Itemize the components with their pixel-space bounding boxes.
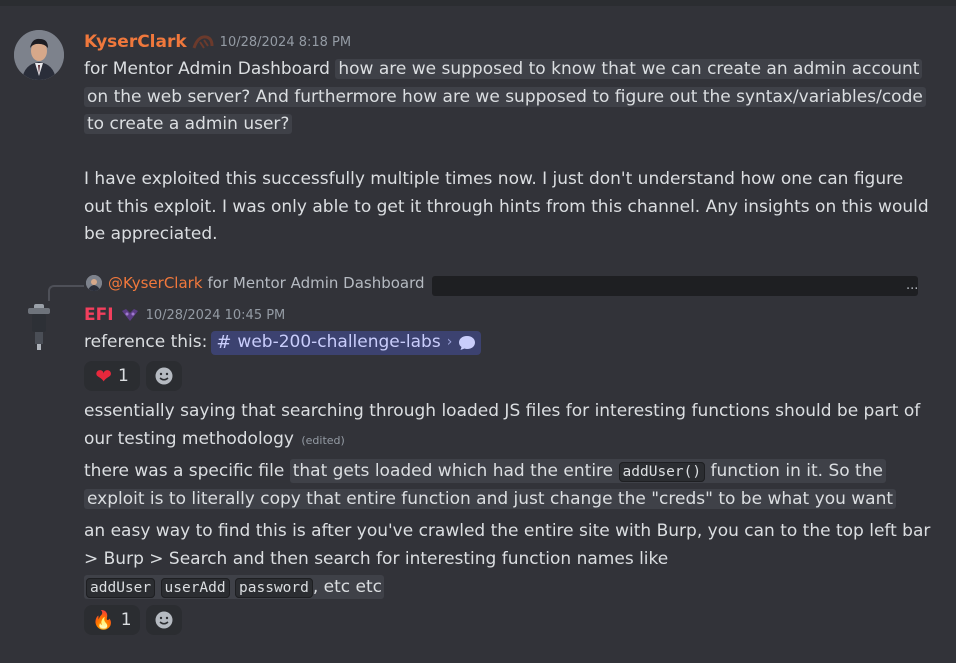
message-line: addUser userAdd password, etc etc: [84, 574, 385, 603]
message-text: function in it. So the: [705, 461, 883, 481]
inline-code: addUser: [86, 578, 156, 598]
message-text: out this exploit. I was only able to get…: [84, 197, 929, 217]
message-header-kyser: KyserClark 10/28/2024 8:18 PM: [84, 31, 351, 53]
message-text: > Burp > Search and then search for inte…: [84, 549, 669, 569]
highlighted-text: that gets loaded which had the entire ad…: [289, 459, 886, 483]
reaction-count: 1: [120, 610, 132, 630]
message-line: to create a admin user?: [84, 111, 293, 139]
avatar-injector-icon: [28, 304, 50, 350]
message-line: I have exploited this successfully multi…: [84, 166, 903, 194]
add-reaction-button[interactable]: [146, 605, 182, 635]
message-line: on the web server? And furthermore how a…: [84, 84, 926, 112]
add-reaction-icon: [155, 367, 173, 385]
avatar-portrait-icon: [14, 30, 64, 80]
edited-label: (edited): [301, 434, 345, 447]
highlighted-text: on the web server? And furthermore how a…: [84, 87, 926, 107]
message-text: our testing methodology: [84, 429, 294, 449]
add-reaction-button[interactable]: [146, 361, 182, 391]
highlighted-text: exploit is to literally copy that entire…: [84, 489, 897, 509]
highlighted-text: to create a admin user?: [84, 114, 293, 134]
chevron-right-icon: ›: [446, 334, 453, 350]
message-text: I have exploited this successfully multi…: [84, 169, 904, 189]
channel-mention[interactable]: # web-200-challenge-labs ›: [211, 330, 482, 355]
reply-reference[interactable]: @KyserClark for Mentor Admin Dashboard: [86, 274, 425, 292]
reply-mention[interactable]: @KyserClark: [108, 274, 203, 292]
thread-bubble-icon: [458, 335, 476, 351]
highlighted-text: how are we supposed to know that we can …: [335, 59, 923, 79]
add-reaction-icon: [155, 611, 173, 629]
heart-emoji-icon: ❤: [95, 364, 112, 388]
fire-emoji-icon: 🔥: [92, 609, 115, 631]
username-efi[interactable]: EFI: [84, 305, 114, 325]
reply-preview: for Mentor Admin Dashboard: [207, 274, 425, 292]
message-line: reference this: # web-200-challenge-labs…: [84, 329, 482, 357]
message-header-efi: EFI 10/28/2024 10:45 PM: [84, 304, 285, 326]
channel-name: web-200-challenge-labs: [237, 332, 441, 352]
inline-code: userAdd: [160, 578, 230, 598]
message-line: an easy way to find this is after you've…: [84, 518, 930, 546]
reply-preview-redacted: [432, 276, 918, 296]
message-text: there was a specific file: [84, 461, 290, 481]
message-text: reference this:: [84, 332, 208, 352]
message-line: exploit is to literally copy that entire…: [84, 486, 897, 514]
reaction-count: 1: [117, 366, 129, 386]
message-text: that gets loaded which had the entire: [292, 461, 619, 481]
reply-avatar-icon: [86, 275, 102, 291]
message-line: be appreciated.: [84, 221, 218, 249]
inline-code: password: [235, 578, 313, 598]
message-text: be appreciated.: [84, 224, 218, 244]
role-badge-icon: [192, 34, 214, 50]
message-text: , etc etc: [312, 577, 383, 597]
role-badge-icon: [120, 307, 140, 323]
top-divider: [0, 0, 956, 6]
message-text: an easy way to find this is after you've…: [84, 521, 931, 541]
reaction-fire[interactable]: 🔥 1: [84, 605, 140, 635]
avatar-efi[interactable]: [14, 302, 64, 352]
reply-connector: [48, 285, 84, 301]
message-line: > Burp > Search and then search for inte…: [84, 546, 668, 574]
message-line: out this exploit. I was only able to get…: [84, 194, 929, 222]
timestamp: 10/28/2024 8:18 PM: [219, 34, 352, 50]
message-line: our testing methodology (edited): [84, 426, 345, 455]
message-line: for Mentor Admin Dashboard how are we su…: [84, 56, 923, 84]
avatar-kyserclark[interactable]: [14, 30, 64, 80]
reply-ellipsis: ...: [906, 278, 919, 293]
channel-hash-icon: #: [216, 332, 232, 353]
message-line: essentially saying that searching throug…: [84, 398, 920, 426]
inline-code: addUser(): [618, 462, 706, 482]
highlighted-text: addUser userAdd password, etc etc: [84, 575, 385, 599]
username-kyserclark[interactable]: KyserClark: [84, 32, 187, 52]
message-line: there was a specific file that gets load…: [84, 458, 886, 487]
timestamp: 10/28/2024 10:45 PM: [145, 307, 286, 323]
message-text: essentially saying that searching throug…: [84, 401, 921, 421]
reaction-heart[interactable]: ❤ 1: [84, 361, 140, 391]
message-text: for Mentor Admin Dashboard: [84, 59, 336, 79]
